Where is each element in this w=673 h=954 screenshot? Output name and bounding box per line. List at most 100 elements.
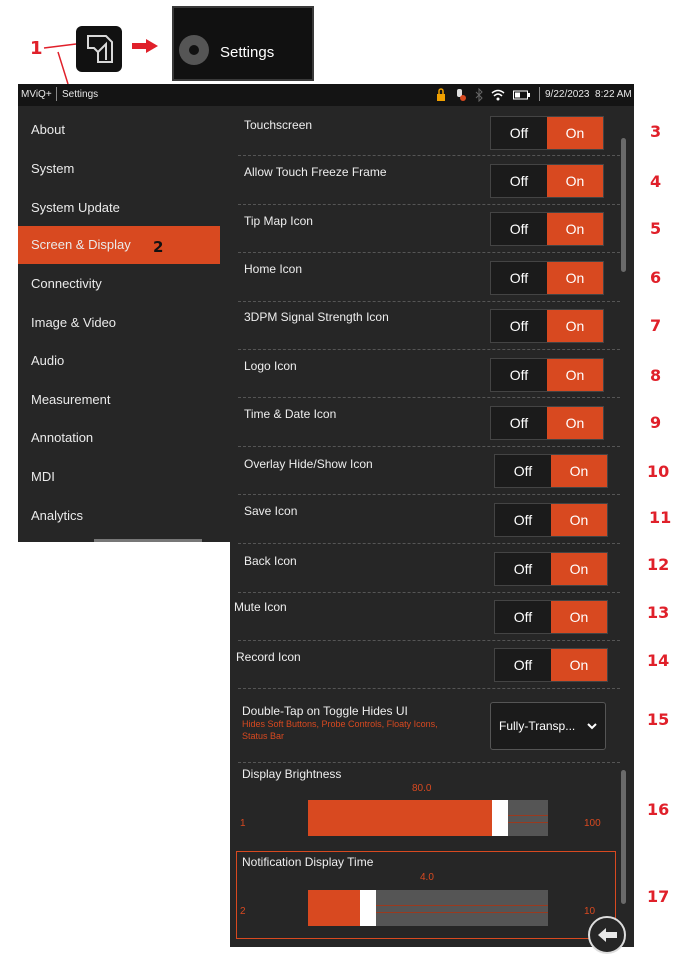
toggle-on[interactable]: On (551, 455, 607, 487)
toggle-on[interactable]: On (547, 117, 603, 149)
sidebar-item-annotation[interactable]: Annotation (18, 419, 220, 457)
toggle-on[interactable]: On (547, 310, 603, 342)
lock-icon (437, 88, 445, 101)
panel-scrollbar-lower[interactable] (621, 770, 626, 904)
callout-6: 6 (650, 268, 662, 287)
sidebar-item-analytics[interactable]: Analytics (18, 497, 220, 535)
double-tap-select[interactable]: Fully-Transp... (490, 702, 606, 750)
row-label-record-icon: Record Icon (236, 650, 301, 664)
toggle-home-icon[interactable]: Off On (490, 261, 604, 295)
toggle-record-icon[interactable]: Off On (494, 648, 608, 682)
toggle-off[interactable]: Off (491, 407, 547, 439)
notification-slider[interactable] (308, 890, 548, 926)
status-bar: MViQ+ Settings 9/22/2023 8:22 AM (18, 84, 634, 106)
toggle-off[interactable]: Off (491, 359, 547, 391)
toggle-on[interactable]: On (547, 359, 603, 391)
toggle-off[interactable]: Off (491, 213, 547, 245)
row-label-save-icon: Save Icon (244, 504, 298, 518)
row-label-double-tap: Double-Tap on Toggle Hides UI (242, 704, 408, 718)
sidebar-item-system[interactable]: System (18, 150, 220, 188)
brightness-slider[interactable] (308, 800, 548, 836)
callout-13: 13 (647, 603, 670, 622)
red-arrow-icon (132, 39, 158, 53)
chevron-down-icon (587, 723, 597, 730)
toggle-mute-icon[interactable]: Off On (494, 600, 608, 634)
row-label-overlay: Overlay Hide/Show Icon (244, 457, 373, 471)
sidebar-item-system-update[interactable]: System Update (18, 189, 220, 227)
sidebar-item-screen-display[interactable]: Screen & Display (18, 226, 220, 264)
callout-4: 4 (650, 172, 662, 191)
sidebar-item-image-video[interactable]: Image & Video (18, 304, 220, 342)
toggle-logo-icon[interactable]: Off On (490, 358, 604, 392)
sidebar-item-connectivity[interactable]: Connectivity (18, 265, 220, 303)
toggle-on[interactable]: On (551, 649, 607, 681)
toggle-off[interactable]: Off (491, 262, 547, 294)
status-app-name: MViQ+ (21, 89, 52, 100)
settings-sidebar: About System System Update Screen & Disp… (18, 106, 245, 542)
toggle-off[interactable]: Off (491, 165, 547, 197)
double-tap-description-1: Hides Soft Buttons, Probe Controls, Floa… (242, 719, 438, 729)
toggle-off[interactable]: Off (495, 504, 551, 536)
row-label-logo-icon: Logo Icon (244, 359, 297, 373)
divider (238, 688, 620, 689)
divider (238, 155, 620, 156)
toggle-on[interactable]: On (547, 407, 603, 439)
toggle-touchscreen[interactable]: Off On (490, 116, 604, 150)
toggle-off[interactable]: Off (495, 649, 551, 681)
toggle-off[interactable]: Off (491, 310, 547, 342)
toggle-overlay[interactable]: Off On (494, 454, 608, 488)
mviq-app-icon[interactable] (76, 26, 122, 72)
notification-slider-fill (308, 890, 368, 926)
sidebar-item-about[interactable]: About (18, 111, 220, 149)
sidebar-item-audio[interactable]: Audio (18, 342, 220, 380)
divider (238, 252, 620, 253)
brightness-slider-thumb[interactable] (492, 800, 508, 836)
status-separator-2 (539, 87, 540, 101)
toggle-off[interactable]: Off (495, 601, 551, 633)
toggle-off[interactable]: Off (495, 455, 551, 487)
brightness-slider-fill (308, 800, 500, 836)
callout-15: 15 (647, 710, 670, 729)
back-button[interactable] (588, 916, 626, 954)
panel-scrollbar-upper[interactable] (621, 138, 626, 272)
settings-tile[interactable]: Settings (172, 6, 314, 81)
toggle-on[interactable]: On (547, 262, 603, 294)
callout-2: 2 (153, 238, 164, 256)
sidebar-item-measurement[interactable]: Measurement (18, 381, 220, 419)
toggle-off[interactable]: Off (495, 553, 551, 585)
sidebar-item-mdi[interactable]: MDI (18, 458, 220, 496)
toggle-on[interactable]: On (547, 213, 603, 245)
toggle-on[interactable]: On (551, 601, 607, 633)
toggle-save-icon[interactable]: Off On (494, 503, 608, 537)
divider (238, 543, 620, 544)
divider (238, 349, 620, 350)
divider (238, 301, 620, 302)
toggle-time-date[interactable]: Off On (490, 406, 604, 440)
double-tap-description-2: Status Bar (242, 731, 285, 741)
divider (238, 204, 620, 205)
wifi-icon (491, 89, 505, 101)
brightness-max: 100 (584, 818, 601, 829)
toggle-on[interactable]: On (551, 504, 607, 536)
row-label-home-icon: Home Icon (244, 262, 303, 276)
callout-11: 11 (649, 508, 672, 527)
toggle-on[interactable]: On (551, 553, 607, 585)
gear-icon (179, 35, 209, 65)
status-datetime: 9/22/2023 8:22 AM (545, 89, 632, 100)
toggle-3dpm[interactable]: Off On (490, 309, 604, 343)
callout-9: 9 (650, 413, 662, 432)
callout-7: 7 (650, 316, 662, 335)
battery-icon (513, 90, 530, 100)
row-label-tip-map: Tip Map Icon (244, 214, 313, 228)
row-label-touchscreen: Touchscreen (244, 118, 313, 132)
row-label-notification: Notification Display Time (242, 855, 374, 869)
callout-14: 14 (647, 651, 670, 670)
toggle-touch-freeze[interactable]: Off On (490, 164, 604, 198)
sidebar-bottom-bar (94, 539, 202, 542)
status-separator (56, 87, 57, 101)
toggle-back-icon[interactable]: Off On (494, 552, 608, 586)
toggle-on[interactable]: On (547, 165, 603, 197)
notification-slider-thumb[interactable] (360, 890, 376, 926)
toggle-off[interactable]: Off (491, 117, 547, 149)
toggle-tip-map[interactable]: Off On (490, 212, 604, 246)
